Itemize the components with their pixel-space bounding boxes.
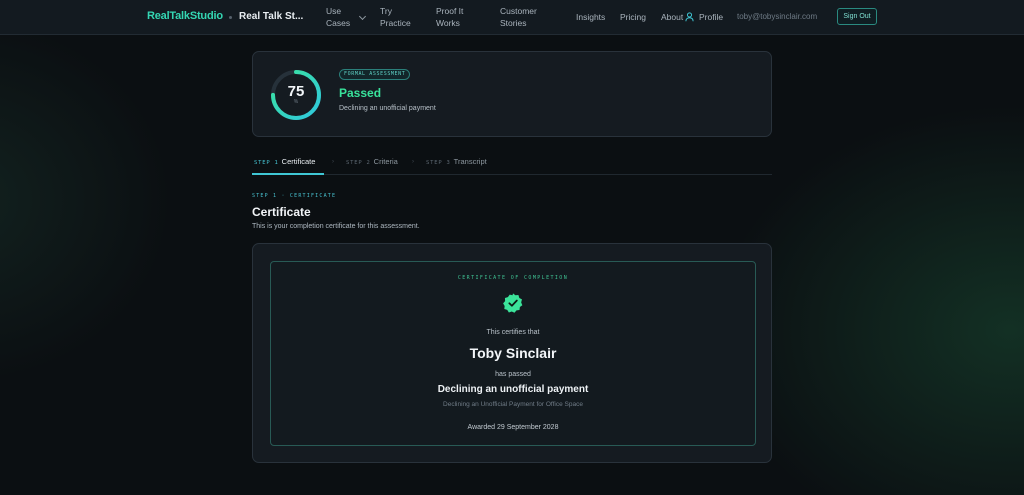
tab-transcript[interactable]: STEP 3 Transcript bbox=[426, 157, 487, 166]
step-tabs: STEP 1 Certificate › STEP 2 Criteria › STE… bbox=[252, 152, 772, 175]
user-email: toby@tobysinclair.com bbox=[737, 12, 818, 21]
certificate-eyebrow: CERTIFICATE OF COMPLETION bbox=[457, 275, 569, 281]
section-description: This is your completion certificate for … bbox=[252, 223, 420, 230]
nav-pricing[interactable]: Pricing bbox=[620, 11, 646, 23]
certificate-title: Declining an unofficial payment bbox=[437, 384, 589, 395]
sign-out-button[interactable]: Sign Out bbox=[837, 8, 877, 25]
section-eyebrow: STEP 1 · CERTIFICATE bbox=[252, 193, 337, 199]
breadcrumb-separator bbox=[229, 16, 232, 19]
assessment-scenario: Declining an unofficial payment bbox=[339, 105, 436, 112]
nav-insights[interactable]: Insights bbox=[576, 11, 605, 23]
tab-label: Certificate bbox=[281, 157, 316, 166]
active-tab-indicator bbox=[252, 173, 324, 175]
tab-separator: › bbox=[412, 159, 414, 165]
nav-try-practice[interactable]: Try Practice bbox=[380, 5, 411, 29]
assessment-type-badge: FORMAL ASSESSMENT bbox=[339, 69, 411, 80]
tab-criteria[interactable]: STEP 2 Criteria bbox=[346, 157, 398, 166]
certificate-frame: CERTIFICATE OF COMPLETION This certifies… bbox=[270, 261, 756, 446]
assessment-summary-card: 75 % FORMAL ASSESSMENT Passed Declining … bbox=[252, 51, 772, 137]
tab-label: Transcript bbox=[453, 157, 487, 166]
recipient-name: Toby Sinclair bbox=[469, 345, 557, 361]
nav-about[interactable]: About bbox=[661, 11, 683, 23]
nav-use-cases[interactable]: Use Cases bbox=[326, 5, 350, 29]
check-badge-icon bbox=[503, 293, 523, 313]
current-page-title: Real Talk St... bbox=[239, 11, 304, 22]
user-icon[interactable] bbox=[685, 12, 694, 22]
award-date: Awarded 29 September 2028 bbox=[467, 424, 559, 431]
nav-profile[interactable]: Profile bbox=[699, 11, 723, 23]
nav-customer-stories[interactable]: Customer Stories bbox=[500, 5, 537, 29]
section-title: Certificate bbox=[252, 205, 311, 219]
certificate-scenario: Declining an Unofficial Payment for Offi… bbox=[443, 401, 583, 408]
tab-step-label: STEP 2 bbox=[346, 160, 371, 166]
certifies-text: This certifies that bbox=[486, 329, 540, 336]
certificate-card: CERTIFICATE OF COMPLETION This certifies… bbox=[252, 243, 772, 463]
brand-logo[interactable]: RealTalkStudio bbox=[147, 10, 223, 22]
chevron-down-icon[interactable] bbox=[358, 12, 367, 21]
tab-separator: › bbox=[332, 159, 334, 165]
has-passed-text: has passed bbox=[495, 371, 531, 378]
tab-step-label: STEP 3 bbox=[426, 160, 451, 166]
nav-proof-it-works[interactable]: Proof It Works bbox=[436, 5, 463, 29]
top-nav: RealTalkStudio Real Talk St... Use Cases… bbox=[0, 0, 1024, 35]
assessment-status: Passed bbox=[339, 86, 382, 100]
tab-step-label: STEP 1 bbox=[254, 160, 279, 166]
tab-label: Criteria bbox=[373, 157, 398, 166]
tab-certificate[interactable]: STEP 1 Certificate bbox=[254, 157, 315, 166]
score-value: 75 bbox=[287, 83, 305, 100]
score-unit: % bbox=[293, 99, 299, 105]
